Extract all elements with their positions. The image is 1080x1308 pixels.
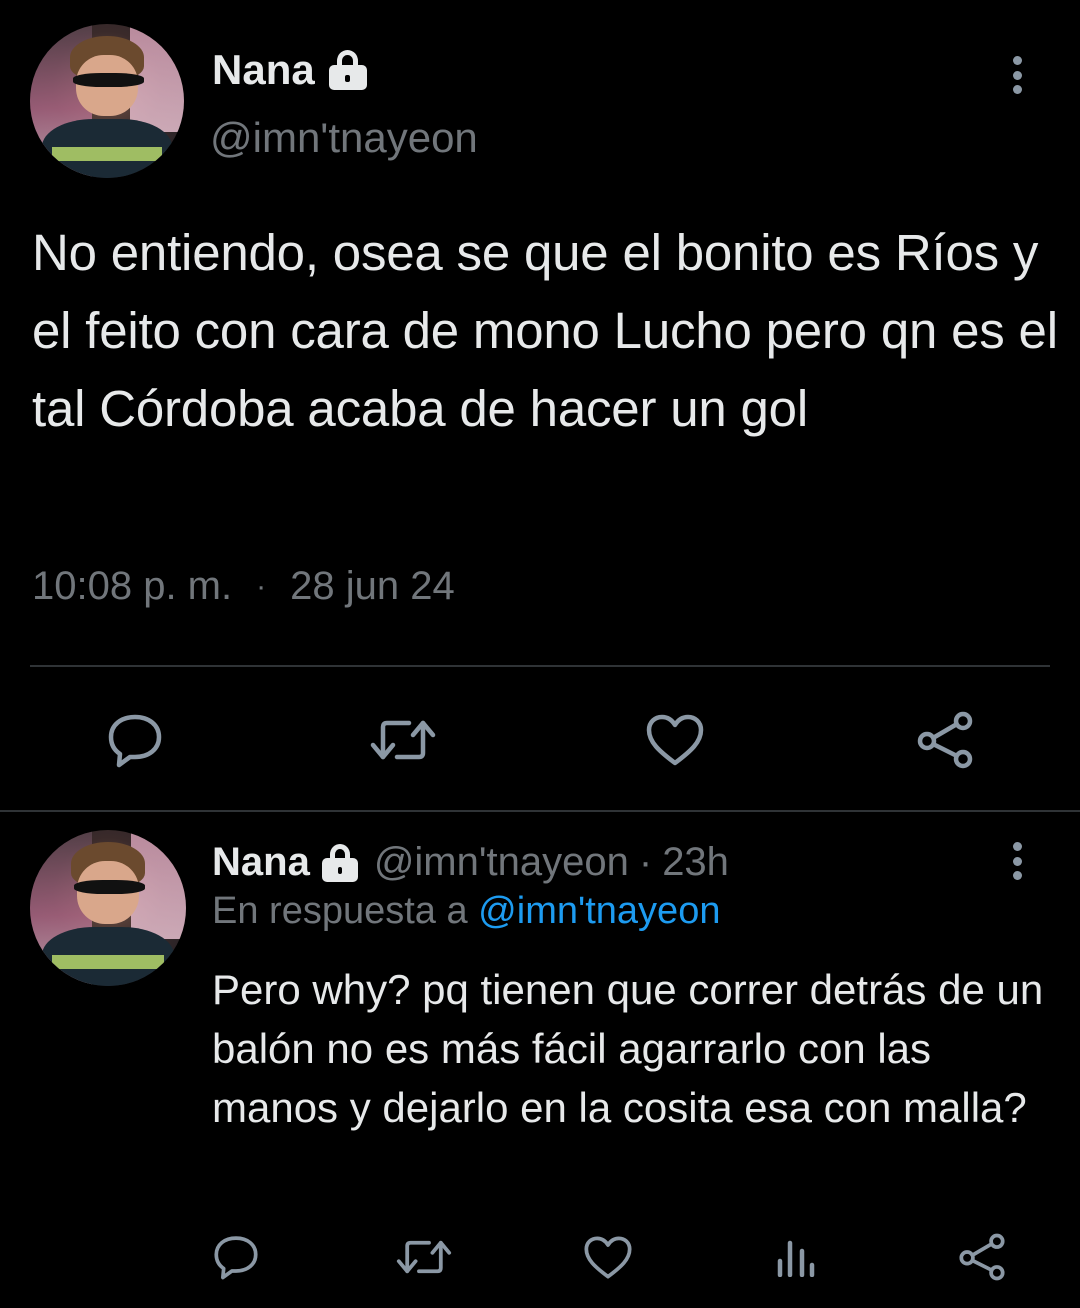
- reply-age[interactable]: 23h: [662, 840, 729, 885]
- reply-author-handle[interactable]: @imn'tnayeon: [374, 840, 629, 885]
- main-tweet: Nana @imn'tnayeon No entiendo, osea se q…: [0, 0, 1080, 812]
- share-button[interactable]: [952, 1228, 1012, 1286]
- views-icon: [777, 1240, 815, 1277]
- tweet-text: No entiendo, osea se que el bonito es Rí…: [32, 224, 1058, 437]
- retweet-icon: [396, 1240, 452, 1274]
- reply-button[interactable]: [100, 708, 170, 772]
- replying-prefix: En respuesta a: [212, 890, 468, 932]
- author-handle[interactable]: @imn'tnayeon: [210, 114, 478, 162]
- tweet-thread-page: Nana @imn'tnayeon No entiendo, osea se q…: [0, 0, 1080, 1308]
- reply-button[interactable]: [206, 1228, 266, 1286]
- retweet-button[interactable]: [392, 1228, 456, 1286]
- reply-header-row: Nana @imn'tnayeon · 23h: [212, 840, 729, 885]
- lock-icon: [321, 843, 358, 882]
- reply-text: Pero why? pq tienen que correr detrás de…: [212, 966, 1044, 1131]
- reply-actions: [0, 1222, 1080, 1292]
- divider: [30, 665, 1050, 667]
- tweet-actions: [0, 700, 1080, 780]
- like-icon: [646, 714, 704, 766]
- lock-icon: [328, 50, 367, 90]
- share-icon: [917, 711, 973, 769]
- separator-dot: ·: [256, 569, 267, 603]
- views-button[interactable]: [766, 1228, 826, 1286]
- tweet-time[interactable]: 10:08 p. m.: [32, 564, 232, 609]
- like-button[interactable]: [640, 708, 710, 772]
- tweet-timestamp: 10:08 p. m. · 28 jun 24: [32, 564, 455, 609]
- reply-icon: [108, 714, 162, 768]
- retweet-button[interactable]: [368, 708, 438, 772]
- avatar[interactable]: [30, 24, 184, 178]
- retweet-icon: [370, 720, 436, 760]
- reply-avatar[interactable]: [30, 830, 186, 986]
- tweet-date[interactable]: 28 jun 24: [290, 564, 455, 609]
- share-button[interactable]: [910, 708, 980, 772]
- like-button[interactable]: [578, 1228, 638, 1286]
- more-options-icon[interactable]: [1011, 842, 1023, 880]
- reply-icon: [214, 1236, 258, 1280]
- like-icon: [584, 1235, 632, 1279]
- more-options-icon[interactable]: [1011, 56, 1023, 94]
- separator-dot: ·: [638, 840, 653, 884]
- replying-to-mention[interactable]: @imn'tnayeon: [478, 890, 720, 932]
- share-icon: [959, 1233, 1005, 1281]
- replying-to: En respuesta a @imn'tnayeon: [212, 890, 720, 933]
- author-name-row: Nana: [212, 46, 367, 94]
- author-display-name[interactable]: Nana: [212, 46, 315, 94]
- reply-author-display-name[interactable]: Nana: [212, 840, 310, 885]
- thread-divider: [0, 810, 1080, 812]
